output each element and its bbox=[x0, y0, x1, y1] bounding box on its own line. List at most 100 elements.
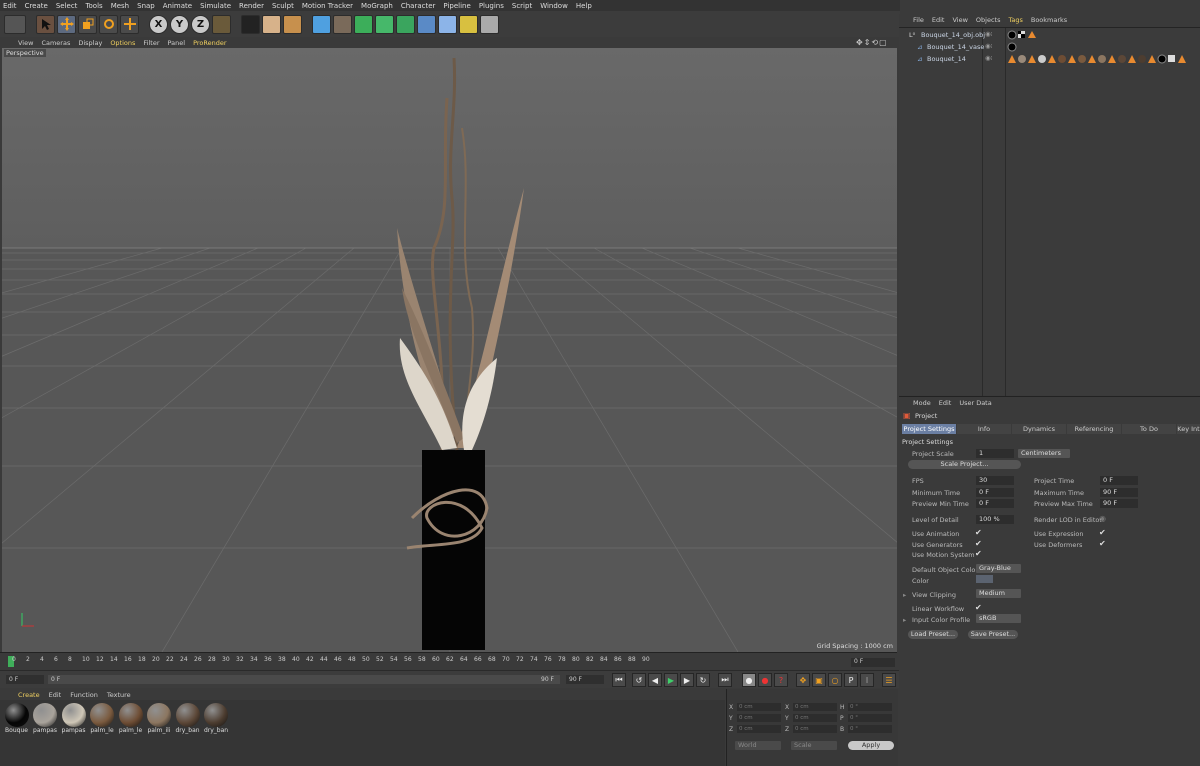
start-frame-field[interactable]: 0 F bbox=[6, 675, 44, 684]
coord-value-field[interactable]: 0 ° bbox=[848, 714, 892, 722]
om-menu-bookmarks[interactable]: Bookmarks bbox=[1031, 16, 1067, 24]
viewport-menu-display[interactable]: Display bbox=[78, 39, 102, 47]
menu-snap[interactable]: Snap bbox=[137, 2, 155, 10]
menu-pipeline[interactable]: Pipeline bbox=[443, 2, 470, 10]
material-swatch[interactable]: pampas bbox=[60, 703, 87, 734]
viewport-menu-options[interactable]: Options bbox=[110, 39, 135, 47]
visibility-dots-icon[interactable]: ◉⁝ bbox=[985, 30, 993, 38]
coord-value-field[interactable]: 0 cm bbox=[737, 714, 781, 722]
next-keyframe-icon[interactable]: ↻ bbox=[696, 673, 710, 687]
menu-mograph[interactable]: MoGraph bbox=[361, 2, 393, 10]
menu-script[interactable]: Script bbox=[512, 2, 532, 10]
apply-button[interactable]: Apply bbox=[848, 741, 894, 750]
camera-icon[interactable] bbox=[459, 14, 478, 34]
coordinate-system-icon[interactable] bbox=[212, 14, 231, 34]
material-swatch[interactable]: dry_ban bbox=[203, 703, 230, 734]
material-menu-texture[interactable]: Texture bbox=[107, 691, 131, 699]
menu-sculpt[interactable]: Sculpt bbox=[272, 2, 294, 10]
menu-help[interactable]: Help bbox=[576, 2, 592, 10]
previous-keyframe-icon[interactable]: ↺ bbox=[632, 673, 646, 687]
go-to-start-icon[interactable]: ⏮ bbox=[612, 673, 626, 687]
cube-primitive-icon[interactable] bbox=[312, 14, 331, 34]
menu-create[interactable]: Create bbox=[25, 2, 48, 10]
default-object-color-dropdown[interactable]: Gray-Blue bbox=[976, 564, 1021, 573]
autokey-icon[interactable]: ● bbox=[758, 673, 772, 687]
scene-environment-icon[interactable] bbox=[417, 14, 436, 34]
scale-project-button[interactable]: Scale Project... bbox=[908, 460, 1021, 469]
object-tags[interactable] bbox=[1007, 30, 1036, 40]
load-preset-button[interactable]: Load Preset... bbox=[908, 630, 958, 639]
viewport-nav-icons[interactable]: ✥⇕⟲▢ bbox=[856, 38, 888, 47]
tab-key-interpolation[interactable]: Key Int bbox=[1177, 424, 1200, 434]
coordinate-mode-dropdown[interactable]: World bbox=[735, 741, 781, 750]
menu-character[interactable]: Character bbox=[401, 2, 436, 10]
y-axis-lock-icon[interactable]: Y bbox=[170, 14, 189, 34]
material-swatch[interactable]: palm_le bbox=[89, 703, 116, 734]
save-preset-button[interactable]: Save Preset... bbox=[968, 630, 1018, 639]
coord-value-field[interactable]: 0 cm bbox=[737, 703, 781, 711]
om-menu-edit[interactable]: Edit bbox=[932, 16, 945, 24]
fps-input[interactable]: 30 bbox=[976, 476, 1014, 485]
key-scale-icon[interactable]: ▣ bbox=[812, 673, 826, 687]
use-animation-checkbox[interactable]: ✔ bbox=[975, 528, 982, 537]
visibility-dots-icon[interactable]: ◉⁝ bbox=[985, 54, 993, 62]
key-pla-icon[interactable]: ⁝ bbox=[860, 673, 874, 687]
color-swatch[interactable] bbox=[976, 575, 993, 583]
menu-animate[interactable]: Animate bbox=[163, 2, 192, 10]
move-tool-icon[interactable] bbox=[57, 14, 76, 34]
next-frame-icon[interactable]: ▶ bbox=[680, 673, 694, 687]
menu-edit[interactable]: Edit bbox=[3, 2, 17, 10]
am-menu-user-data[interactable]: User Data bbox=[959, 399, 991, 407]
linear-workflow-checkbox[interactable]: ✔ bbox=[975, 603, 982, 612]
scale-tool-icon[interactable] bbox=[78, 14, 97, 34]
om-menu-file[interactable]: File bbox=[913, 16, 924, 24]
menu-render[interactable]: Render bbox=[239, 2, 264, 10]
z-axis-lock-icon[interactable]: Z bbox=[191, 14, 210, 34]
menu-select[interactable]: Select bbox=[56, 2, 78, 10]
key-parameter-icon[interactable]: P bbox=[844, 673, 858, 687]
material-swatch[interactable]: Bouque bbox=[3, 703, 30, 734]
level-of-detail-input[interactable]: 100 % bbox=[976, 515, 1014, 524]
coord-value-field[interactable]: 0 ° bbox=[848, 703, 892, 711]
project-scale-unit-dropdown[interactable]: Centimeters bbox=[1018, 449, 1070, 458]
x-axis-lock-icon[interactable]: X bbox=[149, 14, 168, 34]
om-menu-objects[interactable]: Objects bbox=[976, 16, 1001, 24]
render-picture-viewer-icon[interactable] bbox=[262, 14, 281, 34]
use-deformers-checkbox[interactable]: ✔ bbox=[1099, 539, 1106, 548]
menu-simulate[interactable]: Simulate bbox=[200, 2, 231, 10]
material-swatch[interactable]: palm_ili bbox=[146, 703, 173, 734]
visibility-dots-icon[interactable]: ◉⁝ bbox=[985, 42, 993, 50]
viewport-menu-filter[interactable]: Filter bbox=[143, 39, 159, 47]
om-menu-tags[interactable]: Tags bbox=[1008, 16, 1022, 24]
preview-range-slider[interactable]: 0 F 90 F bbox=[48, 675, 560, 684]
max-frame-field[interactable]: 90 F bbox=[566, 675, 604, 684]
light-icon[interactable] bbox=[480, 14, 499, 34]
viewport-menu-prorender[interactable]: ProRender bbox=[193, 39, 226, 47]
tab-project-settings[interactable]: Project Settings bbox=[902, 424, 956, 434]
viewport-menu-view[interactable]: View bbox=[18, 39, 33, 47]
material-menu-edit[interactable]: Edit bbox=[49, 691, 62, 699]
view-clipping-dropdown[interactable]: Medium bbox=[976, 589, 1021, 598]
menu-motion-tracker[interactable]: Motion Tracker bbox=[302, 2, 353, 10]
perspective-viewport[interactable]: Perspective Grid Spacing : 1000 cm bbox=[2, 48, 897, 652]
om-menu-view[interactable]: View bbox=[952, 16, 967, 24]
coord-value-field[interactable]: 0 cm bbox=[793, 714, 837, 722]
coord-value-field[interactable]: 0 cm bbox=[793, 703, 837, 711]
render-lod-checkbox[interactable]: ◉ bbox=[1099, 514, 1106, 523]
use-motion-system-checkbox[interactable]: ✔ bbox=[975, 549, 982, 558]
material-menu-create[interactable]: Create bbox=[18, 691, 40, 699]
tab-to-do[interactable]: To Do bbox=[1122, 424, 1176, 434]
object-row-vase[interactable]: ⊿ Bouquet_14_vase ◉⁝ bbox=[899, 42, 1200, 53]
coord-value-field[interactable]: 0 cm bbox=[793, 725, 837, 733]
material-menu-function[interactable]: Function bbox=[70, 691, 98, 699]
am-menu-mode[interactable]: Mode bbox=[913, 399, 931, 407]
record-keys-icon[interactable]: ● bbox=[742, 673, 756, 687]
project-time-input[interactable]: 0 F bbox=[1100, 476, 1138, 485]
live-selection-icon[interactable] bbox=[120, 14, 139, 34]
rotate-tool-icon[interactable] bbox=[99, 14, 118, 34]
key-rotation-icon[interactable]: ○ bbox=[828, 673, 842, 687]
render-settings-icon[interactable] bbox=[283, 14, 302, 34]
object-row-bouquet[interactable]: ⊿ Bouquet_14 ◉⁝ bbox=[899, 54, 1200, 65]
expand-arrow-icon[interactable]: ▸ bbox=[903, 591, 906, 599]
material-swatch[interactable]: palm_le bbox=[117, 703, 144, 734]
